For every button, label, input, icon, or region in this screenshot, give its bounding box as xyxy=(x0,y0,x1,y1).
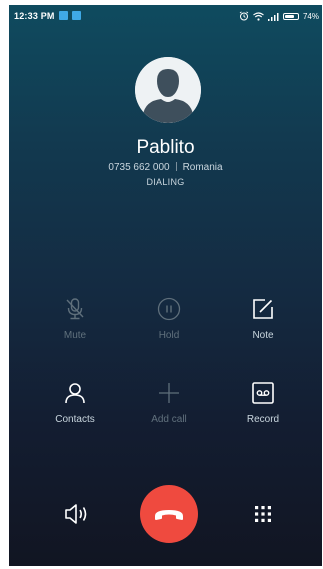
caller-number: 0735 662 000 xyxy=(108,162,170,173)
alarm-icon xyxy=(239,11,249,21)
record-tape-icon xyxy=(252,382,274,404)
note-button[interactable]: Note xyxy=(223,297,303,341)
hold-label: Hold xyxy=(158,330,180,341)
info-separator xyxy=(175,162,177,171)
mute-button[interactable]: Mute xyxy=(35,297,115,341)
add-call-button[interactable]: Add call xyxy=(129,381,209,425)
caller-avatar xyxy=(135,57,201,123)
mute-microphone-icon xyxy=(66,298,84,320)
hold-button[interactable]: Hold xyxy=(129,297,209,341)
caller-name: Pablito xyxy=(136,137,195,158)
contacts-label: Contacts xyxy=(55,414,95,425)
pause-icon xyxy=(157,297,181,321)
signal-icon xyxy=(267,12,279,21)
caller-location: Romania xyxy=(182,162,223,173)
status-time: 12:33 PM xyxy=(14,11,55,21)
mute-label: Mute xyxy=(63,330,87,341)
caller-info: 0735 662 000 Romania xyxy=(9,162,322,173)
person-icon xyxy=(65,383,85,404)
speaker-button[interactable] xyxy=(59,496,95,532)
person-silhouette-icon xyxy=(135,57,201,123)
contacts-button[interactable]: Contacts xyxy=(35,381,115,425)
battery-percent: 74% xyxy=(302,11,319,21)
notification-icon xyxy=(72,11,81,20)
end-call-icon xyxy=(155,510,183,520)
dialpad-icon xyxy=(255,506,271,522)
record-label: Record xyxy=(246,414,280,425)
notification-icon xyxy=(59,11,68,20)
add-call-label: Add call xyxy=(151,414,187,425)
status-bar: 12:33 PM 74% xyxy=(9,5,322,27)
battery-icon xyxy=(282,12,299,20)
call-status: DIALING xyxy=(146,177,185,187)
note-edit-icon xyxy=(253,299,273,319)
end-call-button[interactable] xyxy=(140,485,198,543)
call-screen: 12:33 PM 74% Pablito 0735 662 000 Romani… xyxy=(9,5,322,566)
speaker-icon xyxy=(65,504,87,524)
wifi-icon xyxy=(253,11,264,21)
dialpad-button[interactable] xyxy=(245,496,281,532)
note-label: Note xyxy=(252,330,274,341)
record-button[interactable]: Record xyxy=(223,381,303,425)
plus-icon xyxy=(159,383,179,403)
status-indicators: 74% xyxy=(239,10,319,22)
